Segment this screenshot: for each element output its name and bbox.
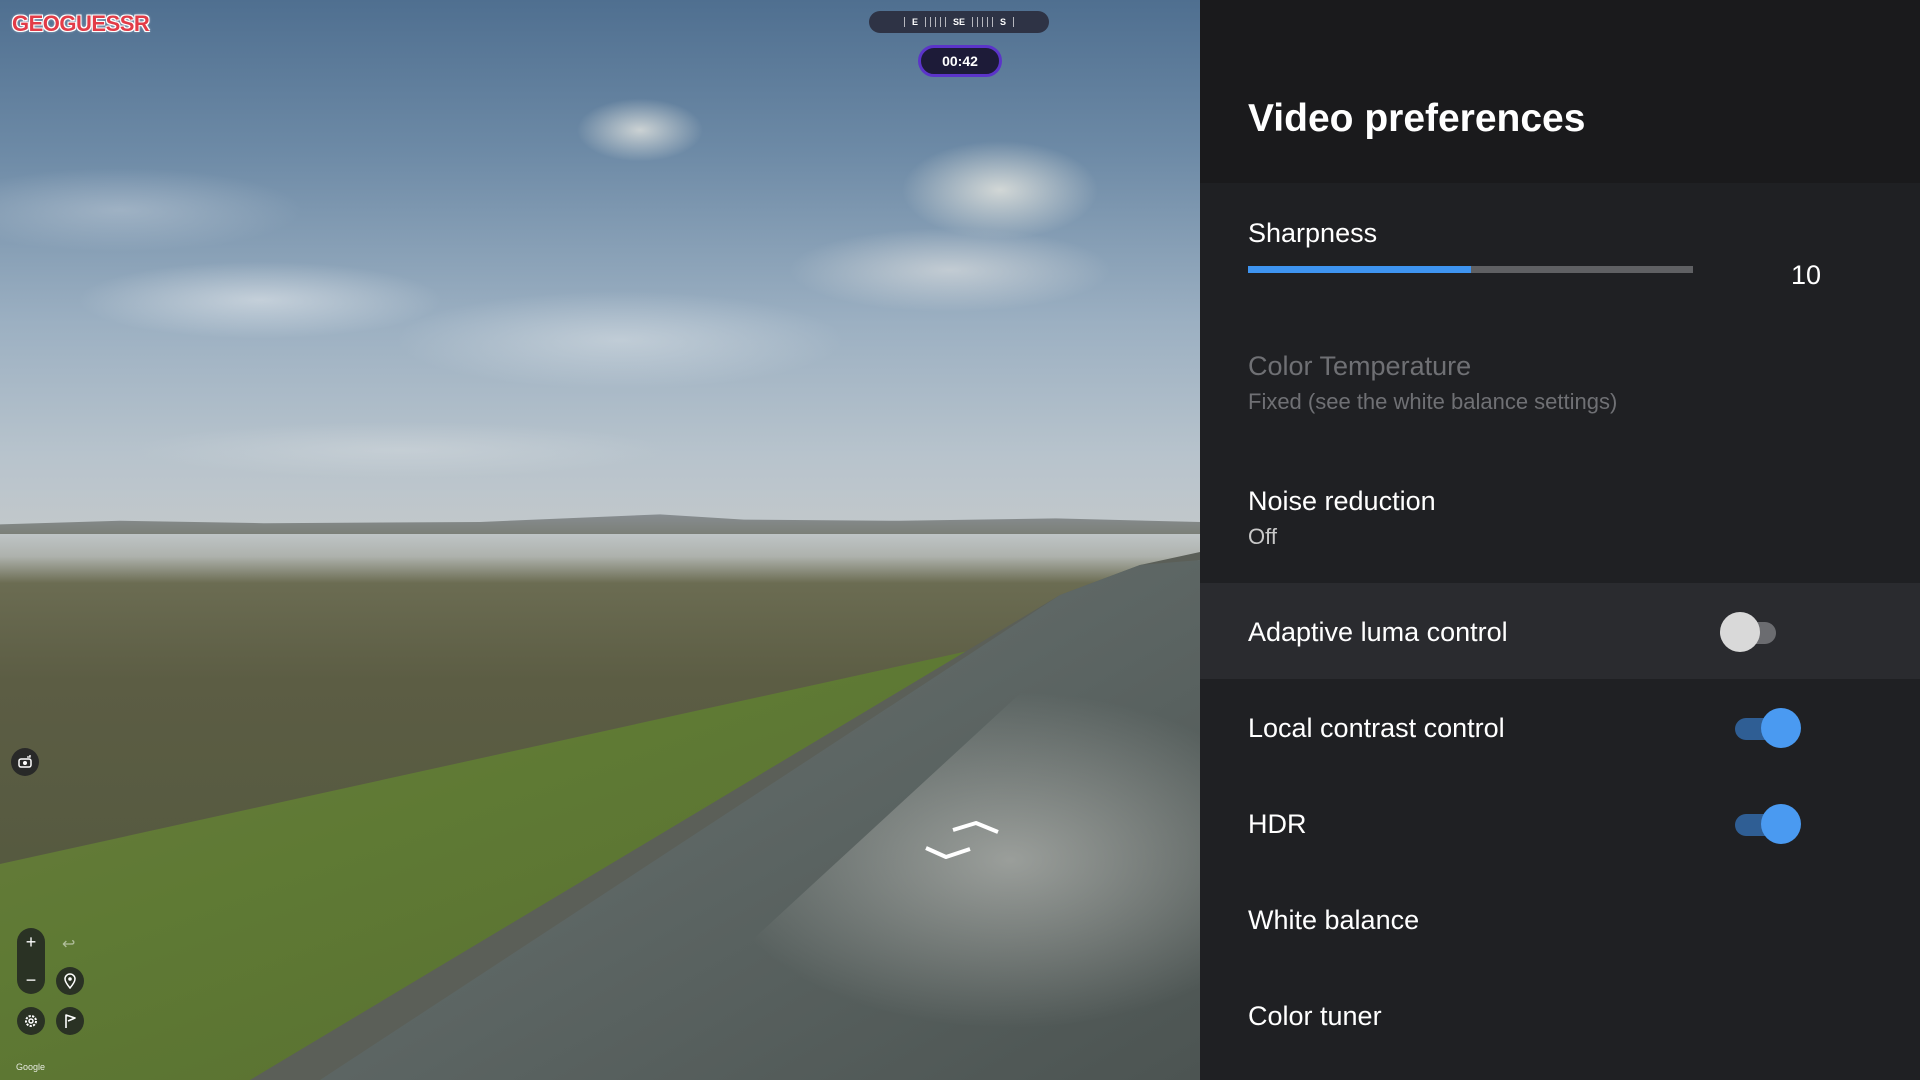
compass-tick: [982, 17, 983, 27]
color-temperature-sub: Fixed (see the white balance settings): [1248, 389, 1618, 414]
hdr-toggle[interactable]: [1735, 804, 1801, 844]
white-balance-item[interactable]: White balance: [1248, 905, 1419, 936]
sharpness-slider[interactable]: [1248, 266, 1693, 273]
nav-arrow-back-icon: [925, 846, 971, 859]
panel-header: Video preferences: [1200, 0, 1920, 183]
compass-tick: [944, 17, 946, 27]
noise-reduction-item[interactable]: Noise reduction: [1248, 486, 1436, 517]
nav-arrows-svg[interactable]: [918, 815, 1008, 865]
compass-tick: [1013, 17, 1015, 27]
toggle-knob: [1761, 804, 1801, 844]
flag-icon[interactable]: [56, 1007, 84, 1035]
sharpness-value: 10: [1790, 260, 1822, 290]
toggle-knob: [1720, 612, 1760, 652]
noise-reduction-sub: Off: [1248, 524, 1277, 549]
compass-tick: [992, 17, 993, 27]
compass-tick: [903, 17, 905, 27]
geoguessr-logo: GEOGUESSR: [12, 11, 150, 36]
zoom-in-button[interactable]: +: [17, 928, 45, 956]
video-preferences-panel: Video preferences Sharpness 10 Color Tem…: [1200, 0, 1920, 1080]
round-timer: 00:42: [918, 45, 1002, 77]
sky-clouds: [0, 0, 1200, 540]
nav-arrow-forward-icon: [952, 821, 999, 834]
hdr-label: HDR: [1248, 809, 1307, 839]
undo-icon[interactable]: ↩: [62, 934, 75, 954]
panel-title: Video preferences: [1248, 97, 1586, 140]
adaptive-luma-label: Adaptive luma control: [1248, 617, 1508, 647]
local-contrast-toggle[interactable]: [1735, 708, 1801, 748]
street-view-panorama[interactable]: GEOGUESSR E SE S 00:42 + − ↩ Google: [0, 0, 1200, 1080]
compass-tick: [977, 17, 978, 27]
settings-icon[interactable]: [17, 1007, 45, 1035]
camera-reset-icon[interactable]: [11, 748, 39, 776]
color-temperature-label: Color Temperature: [1248, 351, 1472, 381]
pin-icon[interactable]: [56, 967, 84, 995]
adaptive-luma-toggle[interactable]: [1720, 612, 1784, 652]
compass-tick: [924, 17, 926, 27]
google-attribution: Google: [16, 1062, 46, 1072]
compass-tick: [987, 17, 988, 27]
movement-arrows[interactable]: [918, 815, 1008, 870]
compass-bar: E SE S: [869, 11, 1049, 33]
compass-tick: [929, 17, 931, 27]
zoom-controls: + −: [17, 928, 45, 994]
compass-label-south: S: [1000, 17, 1007, 27]
local-contrast-label: Local contrast control: [1248, 713, 1505, 743]
color-tuner-item[interactable]: Color tuner: [1248, 1001, 1382, 1032]
compass-tick: [934, 17, 936, 27]
sharpness-label: Sharpness: [1248, 218, 1378, 248]
toggle-knob: [1761, 708, 1801, 748]
sharpness-slider-fill: [1248, 266, 1471, 273]
compass-tick: [972, 17, 973, 27]
compass-tick: [939, 17, 941, 27]
zoom-out-button[interactable]: −: [17, 966, 45, 994]
compass-label-southeast: SE: [952, 17, 965, 27]
compass-label-east: E: [911, 17, 918, 27]
